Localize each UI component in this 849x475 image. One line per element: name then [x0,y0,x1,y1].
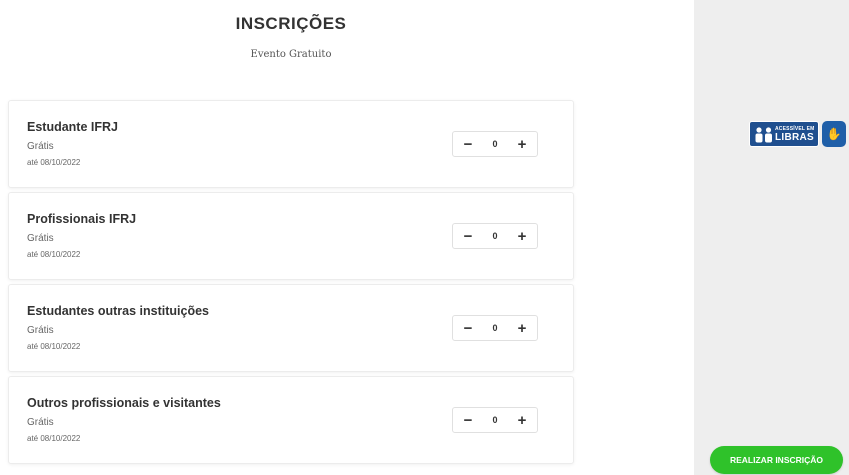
libras-badge[interactable]: ACESSÍVEL EM LIBRAS [749,121,819,147]
ticket-price: Grátis [27,325,54,336]
decrement-button[interactable]: − [459,135,477,153]
increment-button[interactable]: + [513,319,531,337]
register-button[interactable]: REALIZAR INSCRIÇÃO [710,446,843,474]
ticket-name: Estudantes outras instituições [27,304,209,318]
page-title: INSCRIÇÕES [235,14,347,33]
side-panel [694,0,849,475]
quantity-value: 0 [492,139,498,149]
quantity-stepper: − 0 + [452,131,538,157]
increment-button[interactable]: + [513,227,531,245]
ticket-list: Estudante IFRJ Grátis até 08/10/2022 − 0… [8,100,574,468]
page-subtitle: Evento Gratuito [250,49,332,60]
decrement-button[interactable]: − [459,411,477,429]
decrement-button[interactable]: − [459,227,477,245]
quantity-value: 0 [492,323,498,333]
libras-widget[interactable]: ACESSÍVEL EM LIBRAS ✋ [749,121,846,147]
ticket-deadline: até 08/10/2022 [27,342,81,351]
ticket-deadline: até 08/10/2022 [27,434,81,443]
increment-button[interactable]: + [513,135,531,153]
ticket-name: Estudante IFRJ [27,120,118,134]
ticket-price: Grátis [27,417,54,428]
decrement-button[interactable]: − [459,319,477,337]
ticket-card: Estudante IFRJ Grátis até 08/10/2022 − 0… [8,100,574,188]
ticket-price: Grátis [27,233,54,244]
libras-label: LIBRAS [775,132,815,143]
quantity-stepper: − 0 + [452,407,538,433]
ticket-price: Grátis [27,141,54,152]
interpreter-icon [755,127,772,143]
quantity-stepper: − 0 + [452,223,538,249]
ticket-name: Profissionais IFRJ [27,212,137,226]
ticket-card: Estudantes outras instituições Grátis at… [8,284,574,372]
ticket-deadline: até 08/10/2022 [27,158,81,167]
hand-icon[interactable]: ✋ [822,121,846,147]
quantity-value: 0 [492,415,498,425]
quantity-value: 0 [492,231,498,241]
ticket-card: Outros profissionais e visitantes Grátis… [8,376,574,464]
increment-button[interactable]: + [513,411,531,429]
ticket-name: Outros profissionais e visitantes [27,396,221,410]
main-panel: INSCRIÇÕES Evento Gratuito Estudante IFR… [0,0,694,475]
ticket-card: Profissionais IFRJ Grátis até 08/10/2022… [8,192,574,280]
ticket-deadline: até 08/10/2022 [27,250,81,259]
quantity-stepper: − 0 + [452,315,538,341]
